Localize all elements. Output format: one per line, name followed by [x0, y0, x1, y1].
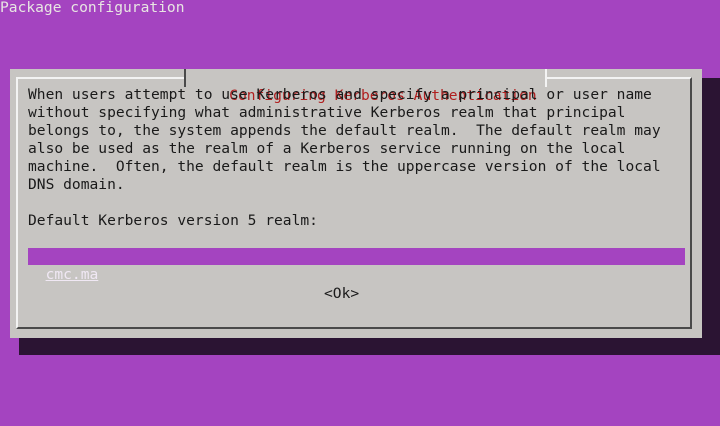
description-line: belongs to, the system appends the defau… — [28, 122, 661, 139]
realm-prompt-label: Default Kerberos version 5 realm: — [28, 212, 318, 229]
description-line: When users attempt to use Kerberos and s… — [28, 86, 652, 103]
dialog-shadow-bottom — [19, 338, 720, 355]
ok-button[interactable]: <Ok> — [324, 285, 359, 303]
description-line: without specifying what administrative K… — [28, 104, 626, 121]
package-configuration-header: Package configuration — [0, 0, 185, 16]
description-line: machine. Often, the default realm is the… — [28, 158, 661, 175]
dialog-description: When users attempt to use Kerberos and s… — [28, 86, 661, 194]
realm-input-field[interactable]: cmc.ma — [28, 248, 685, 283]
dialog-title-container: Configuring Kerberos Authentication — [184, 69, 547, 104]
dialog-shadow-right — [702, 78, 720, 355]
description-line: also be used as the realm of a Kerberos … — [28, 140, 626, 157]
description-line: DNS domain. — [28, 176, 125, 193]
realm-input-value[interactable]: cmc.ma — [46, 266, 99, 284]
